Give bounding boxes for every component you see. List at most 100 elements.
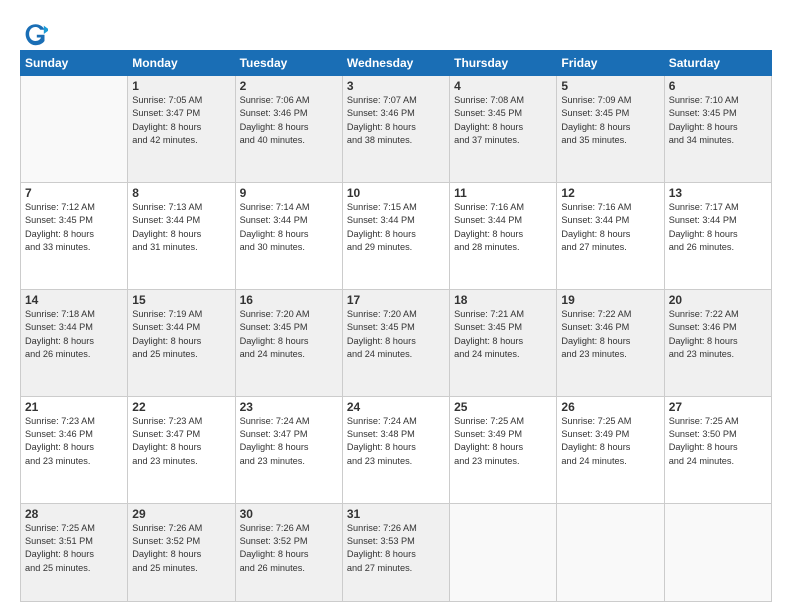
day-number: 29 bbox=[132, 507, 230, 521]
cell-text: Sunrise: 7:18 AMSunset: 3:44 PMDaylight:… bbox=[25, 308, 123, 361]
calendar-cell bbox=[557, 503, 664, 601]
calendar-cell: 11Sunrise: 7:16 AMSunset: 3:44 PMDayligh… bbox=[450, 182, 557, 289]
day-number: 17 bbox=[347, 293, 445, 307]
calendar-week-4: 21Sunrise: 7:23 AMSunset: 3:46 PMDayligh… bbox=[21, 396, 772, 503]
calendar-cell: 3Sunrise: 7:07 AMSunset: 3:46 PMDaylight… bbox=[342, 76, 449, 183]
day-number: 26 bbox=[561, 400, 659, 414]
calendar-cell: 16Sunrise: 7:20 AMSunset: 3:45 PMDayligh… bbox=[235, 289, 342, 396]
calendar-cell: 29Sunrise: 7:26 AMSunset: 3:52 PMDayligh… bbox=[128, 503, 235, 601]
calendar-cell: 7Sunrise: 7:12 AMSunset: 3:45 PMDaylight… bbox=[21, 182, 128, 289]
calendar-cell: 25Sunrise: 7:25 AMSunset: 3:49 PMDayligh… bbox=[450, 396, 557, 503]
cell-text: Sunrise: 7:07 AMSunset: 3:46 PMDaylight:… bbox=[347, 94, 445, 147]
day-number: 13 bbox=[669, 186, 767, 200]
cell-text: Sunrise: 7:17 AMSunset: 3:44 PMDaylight:… bbox=[669, 201, 767, 254]
calendar-cell: 21Sunrise: 7:23 AMSunset: 3:46 PMDayligh… bbox=[21, 396, 128, 503]
day-number: 25 bbox=[454, 400, 552, 414]
calendar-cell: 4Sunrise: 7:08 AMSunset: 3:45 PMDaylight… bbox=[450, 76, 557, 183]
cell-text: Sunrise: 7:13 AMSunset: 3:44 PMDaylight:… bbox=[132, 201, 230, 254]
calendar-cell: 22Sunrise: 7:23 AMSunset: 3:47 PMDayligh… bbox=[128, 396, 235, 503]
calendar-cell: 17Sunrise: 7:20 AMSunset: 3:45 PMDayligh… bbox=[342, 289, 449, 396]
day-number: 9 bbox=[240, 186, 338, 200]
day-number: 21 bbox=[25, 400, 123, 414]
calendar-cell: 14Sunrise: 7:18 AMSunset: 3:44 PMDayligh… bbox=[21, 289, 128, 396]
day-number: 4 bbox=[454, 79, 552, 93]
day-number: 22 bbox=[132, 400, 230, 414]
day-number: 18 bbox=[454, 293, 552, 307]
weekday-header-thursday: Thursday bbox=[450, 51, 557, 76]
calendar-cell: 20Sunrise: 7:22 AMSunset: 3:46 PMDayligh… bbox=[664, 289, 771, 396]
header bbox=[20, 16, 772, 48]
cell-text: Sunrise: 7:26 AMSunset: 3:52 PMDaylight:… bbox=[240, 522, 338, 575]
cell-text: Sunrise: 7:23 AMSunset: 3:47 PMDaylight:… bbox=[132, 415, 230, 468]
calendar-cell bbox=[450, 503, 557, 601]
calendar-week-1: 1Sunrise: 7:05 AMSunset: 3:47 PMDaylight… bbox=[21, 76, 772, 183]
calendar-cell: 19Sunrise: 7:22 AMSunset: 3:46 PMDayligh… bbox=[557, 289, 664, 396]
weekday-header-monday: Monday bbox=[128, 51, 235, 76]
day-number: 5 bbox=[561, 79, 659, 93]
cell-text: Sunrise: 7:12 AMSunset: 3:45 PMDaylight:… bbox=[25, 201, 123, 254]
calendar-table: SundayMondayTuesdayWednesdayThursdayFrid… bbox=[20, 50, 772, 602]
cell-text: Sunrise: 7:23 AMSunset: 3:46 PMDaylight:… bbox=[25, 415, 123, 468]
calendar-cell: 6Sunrise: 7:10 AMSunset: 3:45 PMDaylight… bbox=[664, 76, 771, 183]
weekday-header-row: SundayMondayTuesdayWednesdayThursdayFrid… bbox=[21, 51, 772, 76]
cell-text: Sunrise: 7:19 AMSunset: 3:44 PMDaylight:… bbox=[132, 308, 230, 361]
calendar-cell: 8Sunrise: 7:13 AMSunset: 3:44 PMDaylight… bbox=[128, 182, 235, 289]
cell-text: Sunrise: 7:22 AMSunset: 3:46 PMDaylight:… bbox=[669, 308, 767, 361]
cell-text: Sunrise: 7:15 AMSunset: 3:44 PMDaylight:… bbox=[347, 201, 445, 254]
cell-text: Sunrise: 7:26 AMSunset: 3:52 PMDaylight:… bbox=[132, 522, 230, 575]
cell-text: Sunrise: 7:10 AMSunset: 3:45 PMDaylight:… bbox=[669, 94, 767, 147]
day-number: 1 bbox=[132, 79, 230, 93]
day-number: 3 bbox=[347, 79, 445, 93]
day-number: 6 bbox=[669, 79, 767, 93]
calendar-cell bbox=[664, 503, 771, 601]
calendar-cell: 2Sunrise: 7:06 AMSunset: 3:46 PMDaylight… bbox=[235, 76, 342, 183]
cell-text: Sunrise: 7:25 AMSunset: 3:49 PMDaylight:… bbox=[561, 415, 659, 468]
calendar-cell: 5Sunrise: 7:09 AMSunset: 3:45 PMDaylight… bbox=[557, 76, 664, 183]
cell-text: Sunrise: 7:06 AMSunset: 3:46 PMDaylight:… bbox=[240, 94, 338, 147]
calendar-cell: 24Sunrise: 7:24 AMSunset: 3:48 PMDayligh… bbox=[342, 396, 449, 503]
calendar-cell: 10Sunrise: 7:15 AMSunset: 3:44 PMDayligh… bbox=[342, 182, 449, 289]
day-number: 19 bbox=[561, 293, 659, 307]
day-number: 10 bbox=[347, 186, 445, 200]
cell-text: Sunrise: 7:08 AMSunset: 3:45 PMDaylight:… bbox=[454, 94, 552, 147]
weekday-header-sunday: Sunday bbox=[21, 51, 128, 76]
day-number: 8 bbox=[132, 186, 230, 200]
cell-text: Sunrise: 7:25 AMSunset: 3:49 PMDaylight:… bbox=[454, 415, 552, 468]
calendar-cell: 13Sunrise: 7:17 AMSunset: 3:44 PMDayligh… bbox=[664, 182, 771, 289]
calendar-cell: 18Sunrise: 7:21 AMSunset: 3:45 PMDayligh… bbox=[450, 289, 557, 396]
day-number: 31 bbox=[347, 507, 445, 521]
cell-text: Sunrise: 7:25 AMSunset: 3:50 PMDaylight:… bbox=[669, 415, 767, 468]
cell-text: Sunrise: 7:14 AMSunset: 3:44 PMDaylight:… bbox=[240, 201, 338, 254]
day-number: 14 bbox=[25, 293, 123, 307]
cell-text: Sunrise: 7:16 AMSunset: 3:44 PMDaylight:… bbox=[454, 201, 552, 254]
cell-text: Sunrise: 7:22 AMSunset: 3:46 PMDaylight:… bbox=[561, 308, 659, 361]
weekday-header-tuesday: Tuesday bbox=[235, 51, 342, 76]
calendar-cell: 28Sunrise: 7:25 AMSunset: 3:51 PMDayligh… bbox=[21, 503, 128, 601]
cell-text: Sunrise: 7:16 AMSunset: 3:44 PMDaylight:… bbox=[561, 201, 659, 254]
day-number: 28 bbox=[25, 507, 123, 521]
page: SundayMondayTuesdayWednesdayThursdayFrid… bbox=[0, 0, 792, 612]
calendar-cell: 31Sunrise: 7:26 AMSunset: 3:53 PMDayligh… bbox=[342, 503, 449, 601]
cell-text: Sunrise: 7:20 AMSunset: 3:45 PMDaylight:… bbox=[347, 308, 445, 361]
day-number: 11 bbox=[454, 186, 552, 200]
day-number: 12 bbox=[561, 186, 659, 200]
day-number: 27 bbox=[669, 400, 767, 414]
calendar-cell: 12Sunrise: 7:16 AMSunset: 3:44 PMDayligh… bbox=[557, 182, 664, 289]
calendar-cell: 30Sunrise: 7:26 AMSunset: 3:52 PMDayligh… bbox=[235, 503, 342, 601]
calendar-cell: 23Sunrise: 7:24 AMSunset: 3:47 PMDayligh… bbox=[235, 396, 342, 503]
calendar-week-3: 14Sunrise: 7:18 AMSunset: 3:44 PMDayligh… bbox=[21, 289, 772, 396]
day-number: 16 bbox=[240, 293, 338, 307]
weekday-header-saturday: Saturday bbox=[664, 51, 771, 76]
calendar-cell: 1Sunrise: 7:05 AMSunset: 3:47 PMDaylight… bbox=[128, 76, 235, 183]
day-number: 23 bbox=[240, 400, 338, 414]
weekday-header-friday: Friday bbox=[557, 51, 664, 76]
day-number: 20 bbox=[669, 293, 767, 307]
calendar-cell: 26Sunrise: 7:25 AMSunset: 3:49 PMDayligh… bbox=[557, 396, 664, 503]
day-number: 30 bbox=[240, 507, 338, 521]
day-number: 2 bbox=[240, 79, 338, 93]
calendar-cell: 9Sunrise: 7:14 AMSunset: 3:44 PMDaylight… bbox=[235, 182, 342, 289]
day-number: 7 bbox=[25, 186, 123, 200]
day-number: 15 bbox=[132, 293, 230, 307]
cell-text: Sunrise: 7:26 AMSunset: 3:53 PMDaylight:… bbox=[347, 522, 445, 575]
calendar-cell: 15Sunrise: 7:19 AMSunset: 3:44 PMDayligh… bbox=[128, 289, 235, 396]
